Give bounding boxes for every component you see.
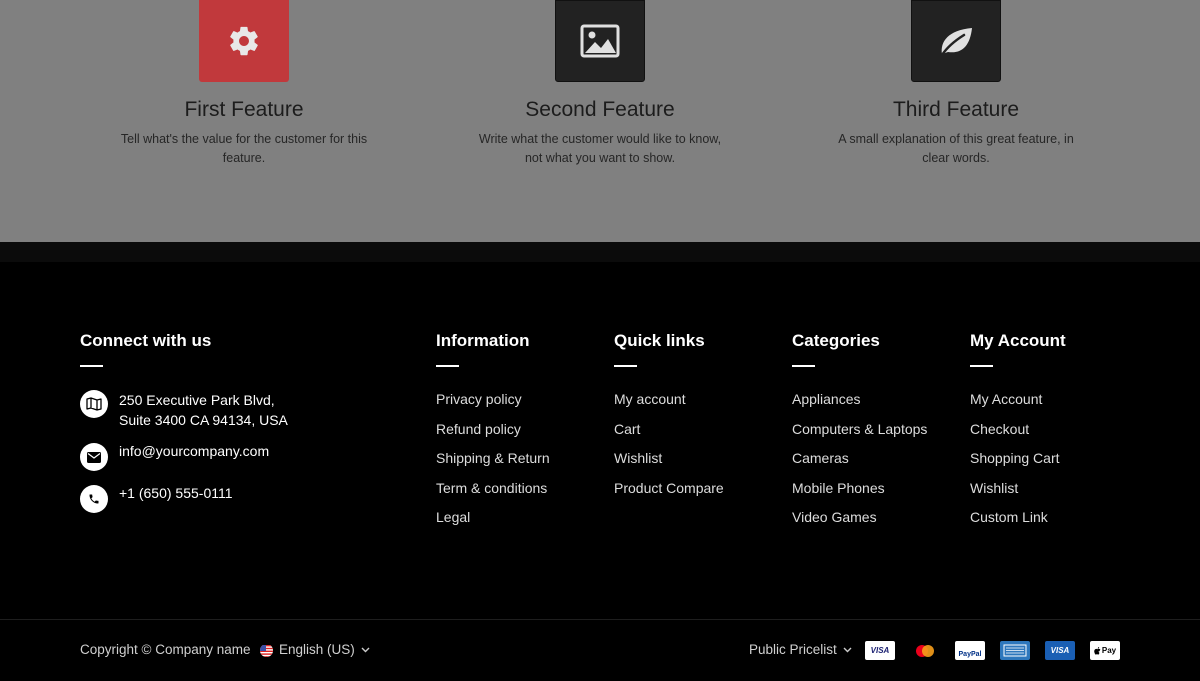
footer-heading: Categories [792,331,880,350]
heading-underline [436,365,459,367]
footer-link-computers-laptops[interactable]: Computers & Laptops [792,420,927,450]
footer-heading: Connect with us [80,331,212,350]
footer-connect: Connect with us 250 Executive Park Blvd,… [80,330,400,513]
address-text: 250 Executive Park Blvd, Suite 3400 CA 9… [119,392,288,428]
footer-link-mobile-phones[interactable]: Mobile Phones [792,479,927,509]
amex-icon [1000,641,1030,660]
footer-link-appliances[interactable]: Appliances [792,390,927,420]
footer-link-list: Privacy policy Refund policy Shipping & … [436,390,550,538]
language-label: English (US) [279,642,355,657]
leaf-icon [940,28,972,57]
paypal-icon: PayPal [955,641,985,660]
contact-phone[interactable]: +1 (650) 555-0111 [80,485,233,513]
footer-link-checkout[interactable]: Checkout [970,420,1060,450]
footer-link-my-account[interactable]: My account [614,390,724,420]
footer-link-cart[interactable]: Cart [614,420,724,450]
footer-categories: Categories Appliances Computers & Laptop… [792,330,962,525]
map-icon [80,390,108,418]
us-flag-icon [260,644,273,657]
section-divider [0,242,1200,262]
features-section: First Feature Tell what's the value for … [0,0,1200,242]
image-icon [580,24,620,58]
gear-icon [230,26,258,56]
contact-address: 250 Executive Park Blvd, Suite 3400 CA 9… [80,390,288,430]
bottom-divider [0,619,1200,620]
footer-link-refund-policy[interactable]: Refund policy [436,420,550,450]
language-selector[interactable]: English (US) [260,640,370,660]
footer-link-shipping-return[interactable]: Shipping & Return [436,449,550,479]
heading-underline [970,365,993,367]
feature-description: Write what the customer would like to kn… [478,132,722,165]
footer-link-list: Appliances Computers & Laptops Cameras M… [792,390,927,538]
heading-underline [80,365,103,367]
paypal-label: PayPal [958,651,982,658]
envelope-icon [80,443,108,471]
visa-electron-icon: VISA [1045,641,1075,660]
chevron-down-icon [361,647,370,653]
feature-description: A small explanation of this great featur… [838,132,1074,165]
feature-icon-box [555,0,645,82]
visa-icon: VISA [865,641,895,660]
apple-pay-icon: Pay [1090,641,1120,660]
contact-email[interactable]: info@yourcompany.com [80,443,269,471]
feature-title: Second Feature [525,98,675,121]
phone-link[interactable]: +1 (650) 555-0111 [119,483,233,503]
footer-link-list: My account Cart Wishlist Product Compare [614,390,724,508]
copyright-text: Copyright © Company name [80,642,251,657]
footer-my-account: My Account My Account Checkout Shopping … [970,330,1130,525]
footer-link-product-compare[interactable]: Product Compare [614,479,724,509]
footer-heading: Information [436,331,530,350]
footer-link-account[interactable]: My Account [970,390,1060,420]
footer-link-account-wishlist[interactable]: Wishlist [970,479,1060,509]
chevron-down-icon [843,647,852,653]
footer-information: Information Privacy policy Refund policy… [436,330,596,525]
heading-underline [614,365,637,367]
footer-link-cameras[interactable]: Cameras [792,449,927,479]
footer-link-video-games[interactable]: Video Games [792,508,927,538]
pricelist-selector[interactable]: Public Pricelist [749,640,852,660]
feature-title: First Feature [184,98,304,121]
footer-link-shopping-cart[interactable]: Shopping Cart [970,449,1060,479]
apple-pay-label: Pay [1101,646,1117,655]
footer-link-terms[interactable]: Term & conditions [436,479,550,509]
footer-link-legal[interactable]: Legal [436,508,550,538]
footer-link-wishlist[interactable]: Wishlist [614,449,724,479]
mastercard-icon [910,641,940,660]
footer-link-privacy-policy[interactable]: Privacy policy [436,390,550,420]
heading-underline [792,365,815,367]
footer-quick-links: Quick links My account Cart Wishlist Pro… [614,330,774,496]
feature-title: Third Feature [892,98,1020,121]
feature-icon-box [911,0,1001,82]
footer-heading: My Account [970,331,1066,350]
pricelist-label: Public Pricelist [749,642,837,657]
footer-link-list: My Account Checkout Shopping Cart Wishli… [970,390,1060,538]
feature-icon-box [199,0,289,82]
phone-icon [80,485,108,513]
feature-description: Tell what's the value for the customer f… [120,132,368,165]
email-link[interactable]: info@yourcompany.com [119,441,269,461]
footer-link-custom-link[interactable]: Custom Link [970,508,1060,538]
footer-heading: Quick links [614,331,705,350]
